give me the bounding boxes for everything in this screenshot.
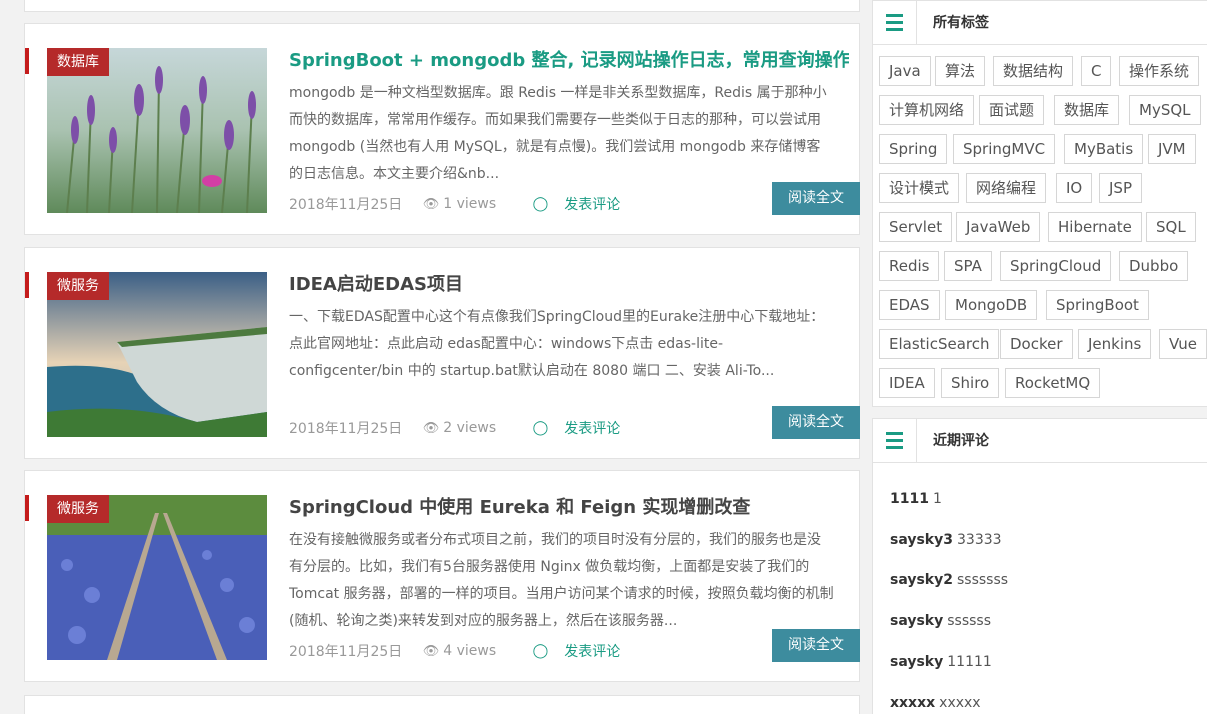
article-meta: 2018年11月25日 👁 4 views ◯ 发表评论 [289, 641, 652, 661]
tag-数据结构[interactable]: 数据结构 [993, 56, 1074, 86]
comment-icon: ◯ [532, 643, 549, 659]
article-title[interactable]: SpringBoot + mongodb 整合, 记录网站操作日志，常用查询操作 [289, 46, 849, 72]
category-marker [25, 495, 29, 521]
tag-算法[interactable]: 算法 [935, 56, 986, 86]
menu-icon[interactable] [873, 1, 917, 44]
tag-javaweb[interactable]: JavaWeb [956, 212, 1041, 242]
comment-text: sssssss [957, 572, 1009, 589]
tag-servlet[interactable]: Servlet [879, 212, 953, 242]
category-badge[interactable]: 微服务 [47, 272, 109, 300]
comment-author: saysky [890, 653, 944, 670]
tag-springcloud[interactable]: SpringCloud [1000, 251, 1112, 281]
tag-网络编程[interactable]: 网络编程 [966, 173, 1047, 203]
tag-c[interactable]: C [1081, 56, 1112, 86]
next-article-card [24, 695, 860, 714]
article-date: 2018年11月25日 [289, 644, 403, 660]
view-count: 👁 2 views [422, 420, 497, 436]
tag-计算机网络[interactable]: 计算机网络 [879, 95, 975, 125]
article-card: 微服务 IDEA启动EDAS项目 一、下载EDAS配置中心这个有点像我们Spri… [24, 247, 860, 459]
read-more-button[interactable]: 阅读全文 [772, 629, 860, 662]
article-summary: mongodb 是一种文档型数据库。跟 Redis 一样是非关系型数据库，Red… [289, 85, 827, 182]
comment-link[interactable]: ◯ 发表评论 [533, 194, 637, 214]
tag-mysql[interactable]: MySQL [1129, 95, 1201, 125]
previous-article-card [24, 0, 860, 12]
tag-设计模式[interactable]: 设计模式 [879, 173, 960, 203]
tag-mongodb[interactable]: MongoDB [945, 290, 1038, 320]
comment-author: xxxxx [890, 694, 936, 711]
view-count: 👁 4 views [422, 643, 497, 659]
article-summary: 在没有接触微服务或者分布式项目之前，我们的项目时没有分层的，我们的服务也是没有分… [289, 532, 834, 629]
view-count: 👁 1 views [422, 196, 497, 212]
tag-shiro[interactable]: Shiro [941, 368, 1000, 398]
article-card: 微服务 SpringCloud 中使用 Eureka 和 Feign 实现增删改… [24, 470, 860, 682]
article-title[interactable]: IDEA启动EDAS项目 [289, 270, 849, 296]
tag-java[interactable]: Java [879, 56, 931, 86]
tag-sql[interactable]: SQL [1146, 212, 1196, 242]
tag-jvm[interactable]: JVM [1148, 134, 1196, 164]
category-marker [25, 48, 29, 74]
read-more-button[interactable]: 阅读全文 [772, 182, 860, 215]
widget-header: 近期评论 [873, 419, 1207, 463]
comment-link[interactable]: ◯ 发表评论 [533, 641, 637, 661]
tag-idea[interactable]: IDEA [879, 368, 935, 398]
comment-author: saysky [890, 613, 944, 630]
comment-icon: ◯ [532, 196, 549, 212]
comment-item[interactable]: saysky ssssss [890, 613, 991, 629]
comment-author: 1111 [890, 491, 929, 507]
menu-icon[interactable] [873, 419, 917, 462]
tag-redis[interactable]: Redis [879, 251, 940, 281]
tag-elasticsearch[interactable]: ElasticSearch [879, 329, 1000, 359]
article-meta: 2018年11月25日 👁 1 views ◯ 发表评论 [289, 194, 652, 214]
tag-数据库[interactable]: 数据库 [1054, 95, 1120, 125]
widget-title: 所有标签 [933, 15, 989, 31]
comment-text: ssssss [947, 613, 992, 630]
tag-jsp[interactable]: JSP [1099, 173, 1142, 203]
tag-spring[interactable]: Spring [879, 134, 948, 164]
comment-item[interactable]: saysky3 33333 [890, 532, 1002, 548]
comment-icon: ◯ [532, 420, 549, 436]
eye-icon: 👁 [422, 643, 440, 659]
comment-text: 33333 [957, 531, 1002, 548]
comment-item[interactable]: saysky 11111 [890, 654, 992, 670]
article-date: 2018年11月25日 [289, 421, 403, 437]
article-card: 数据库 SpringBoot + mongodb 整合, 记录网站操作日志，常用… [24, 23, 860, 235]
comment-author: saysky2 [890, 572, 953, 589]
tags-widget: 所有标签 Java 算法 数据结构 C 操作系统计算机网络 面试题 数据库 MySQL Spri… [872, 0, 1207, 407]
widget-title: 近期评论 [933, 433, 989, 449]
tag-mybatis[interactable]: MyBatis [1064, 134, 1144, 164]
tag-dubbo[interactable]: Dubbo [1119, 251, 1189, 281]
comment-item[interactable]: 1111 1 [890, 491, 942, 507]
tag-rocketmq[interactable]: RocketMQ [1005, 368, 1101, 398]
comment-author: saysky3 [890, 531, 953, 548]
category-marker [25, 272, 29, 298]
eye-icon: 👁 [422, 196, 440, 212]
comment-link[interactable]: ◯ 发表评论 [533, 418, 637, 438]
tag-vue[interactable]: Vue [1159, 329, 1207, 359]
recent-comments-widget: 近期评论 1111 1 saysky3 33333 saysky2 sssssss says… [872, 418, 1207, 714]
tag-edas[interactable]: EDAS [879, 290, 940, 320]
comment-text: 1 [932, 491, 942, 507]
article-summary: 一、下载EDAS配置中心这个有点像我们SpringCloud里的Eurake注册… [289, 309, 825, 379]
comment-text: 11111 [947, 653, 992, 670]
comment-item[interactable]: xxxxx xxxxx [890, 695, 981, 711]
article-title[interactable]: SpringCloud 中使用 Eureka 和 Feign 实现增删改查 [289, 493, 849, 519]
category-badge[interactable]: 微服务 [47, 495, 109, 523]
tag-springmvc[interactable]: SpringMVC [953, 134, 1056, 164]
read-more-button[interactable]: 阅读全文 [772, 406, 860, 439]
tag-springboot[interactable]: SpringBoot [1046, 290, 1149, 320]
category-badge[interactable]: 数据库 [47, 48, 109, 76]
tag-jenkins[interactable]: Jenkins [1078, 329, 1152, 359]
widget-header: 所有标签 [873, 1, 1207, 45]
article-date: 2018年11月25日 [289, 197, 403, 213]
article-meta: 2018年11月25日 👁 2 views ◯ 发表评论 [289, 418, 652, 438]
eye-icon: 👁 [422, 420, 440, 436]
tag-spa[interactable]: SPA [944, 251, 992, 281]
tag-操作系统[interactable]: 操作系统 [1119, 56, 1200, 86]
tag-面试题[interactable]: 面试题 [979, 95, 1045, 125]
comment-item[interactable]: saysky2 sssssss [890, 572, 1008, 588]
comment-text: xxxxx [939, 694, 981, 711]
tag-io[interactable]: IO [1056, 173, 1093, 203]
tag-hibernate[interactable]: Hibernate [1048, 212, 1142, 242]
tag-docker[interactable]: Docker [1000, 329, 1073, 359]
